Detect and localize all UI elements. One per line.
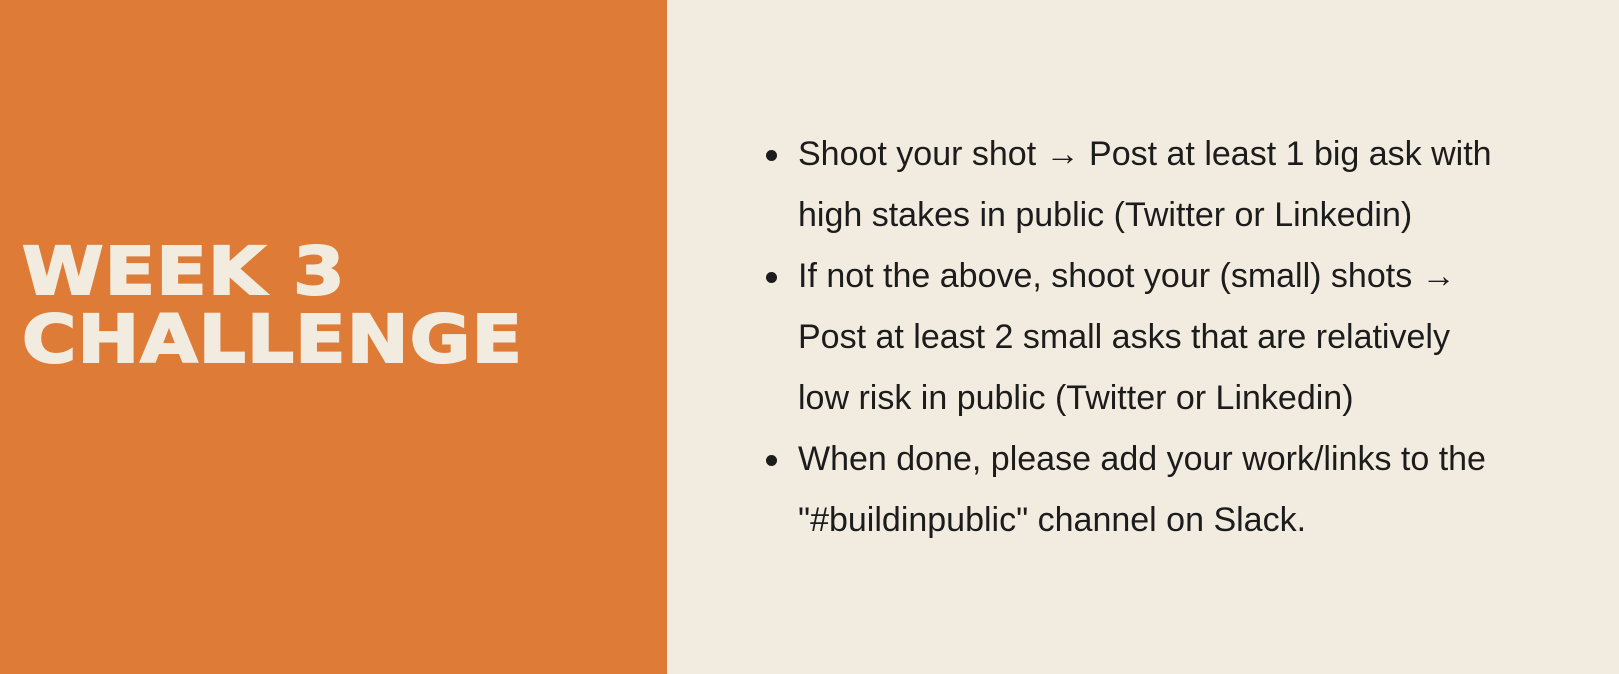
list-item: When done, please add your work/links to… [766,429,1618,551]
list-item: If not the above, shoot your (small) sho… [766,246,1618,429]
list-item-line: When done, please add your work/links to… [798,440,1486,478]
bullet-icon [766,272,777,283]
list-item: Shoot your shot → Post at least 1 big as… [766,124,1618,246]
list-item-line: Post at least 2 small asks that are rela… [798,318,1450,356]
bullet-icon [766,150,777,161]
slide-title: WEEK 3 CHALLENGE [21,233,524,378]
title-panel: WEEK 3 CHALLENGE [0,0,667,674]
bullet-icon [766,455,777,466]
list-item-line: If not the above, shoot your (small) sho… [798,257,1456,295]
list-item-line: Shoot your shot → Post at least 1 big as… [798,135,1492,173]
challenge-list: Shoot your shot → Post at least 1 big as… [758,124,1618,551]
content-panel: Shoot your shot → Post at least 1 big as… [667,0,1619,674]
list-item-line: "#buildinpublic" channel on Slack. [798,501,1307,539]
list-item-line: low risk in public (Twitter or Linkedin) [798,379,1354,417]
title-line-2: CHALLENGE [21,301,524,378]
list-item-line: high stakes in public (Twitter or Linked… [798,196,1413,234]
title-line-1: WEEK 3 [21,233,346,310]
slide: WEEK 3 CHALLENGE Shoot your shot → Post … [0,0,1619,674]
